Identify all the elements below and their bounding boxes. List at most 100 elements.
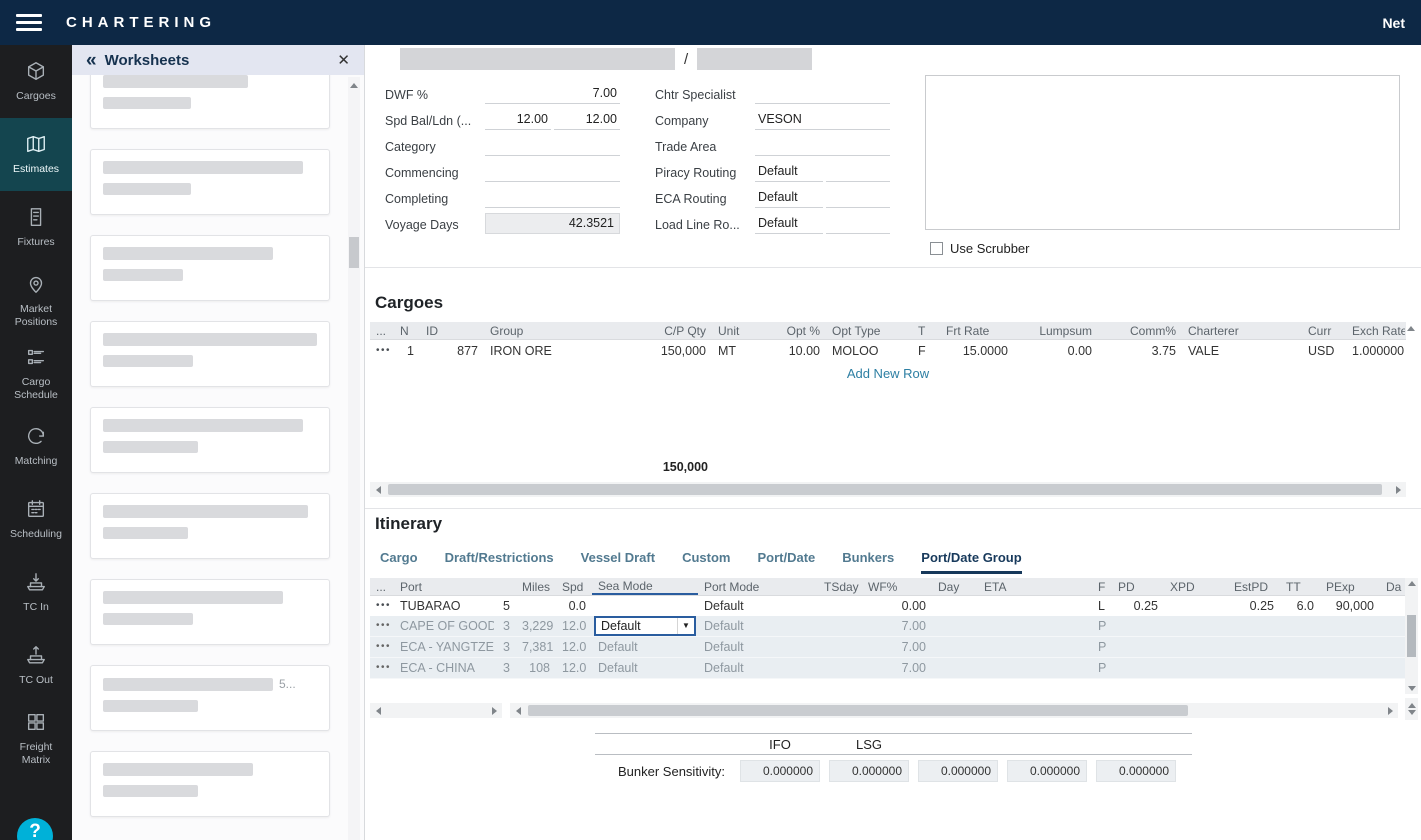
load-line-routing-select[interactable]: Default xyxy=(755,214,823,234)
worksheets-scrollbar[interactable] xyxy=(348,77,360,840)
sidebar-item-estimates[interactable]: Estimates xyxy=(0,118,72,191)
scroll-right-icon[interactable] xyxy=(486,703,502,718)
tab-vessel-draft[interactable]: Vessel Draft xyxy=(581,550,655,574)
scroll-left-icon[interactable] xyxy=(510,703,526,718)
sidebar-item-tc-in[interactable]: TC In xyxy=(0,556,72,629)
company-input[interactable]: VESON xyxy=(755,110,890,130)
cargo-row[interactable]: •••1877IRON ORE150,000MT10.00MOLOOF15.00… xyxy=(370,340,1406,362)
tab-custom[interactable]: Custom xyxy=(682,550,730,574)
cargoes-horizontal-scrollbar[interactable] xyxy=(370,482,1406,497)
close-icon[interactable]: ✕ xyxy=(337,51,350,69)
help-button[interactable]: ? xyxy=(17,818,53,840)
worksheet-card[interactable]: 5... xyxy=(90,665,330,731)
piracy-routing-extra-input[interactable] xyxy=(826,162,890,182)
column-header[interactable]: ... xyxy=(370,322,394,339)
bunker-sensitivity-input[interactable]: 0.000000 xyxy=(829,760,909,782)
column-header[interactable]: Opt % xyxy=(762,322,826,339)
column-header[interactable]: Spd xyxy=(556,578,592,595)
sidebar-item-cargo-schedule[interactable]: Cargo Schedule xyxy=(0,337,72,410)
column-header[interactable]: Charterer xyxy=(1182,322,1302,339)
scroll-left-icon[interactable] xyxy=(370,482,386,497)
tab-cargo[interactable]: Cargo xyxy=(380,550,418,574)
worksheet-card[interactable] xyxy=(90,407,330,473)
column-header[interactable]: F xyxy=(1092,578,1112,595)
scroll-down-icon[interactable] xyxy=(1408,686,1416,691)
row-menu-icon[interactable]: ••• xyxy=(370,596,394,616)
column-header[interactable]: TSday xyxy=(818,578,862,595)
column-header[interactable]: TT xyxy=(1280,578,1320,595)
column-header[interactable]: Opt Type xyxy=(826,322,912,339)
bunker-sensitivity-input[interactable]: 0.000000 xyxy=(1007,760,1087,782)
scroll-up-icon[interactable] xyxy=(1407,326,1415,331)
sidebar-item-fixtures[interactable]: Fixtures xyxy=(0,191,72,264)
sidebar-item-scheduling[interactable]: Scheduling xyxy=(0,483,72,556)
itinerary-left-scrollbar[interactable] xyxy=(370,703,502,718)
worksheet-card[interactable] xyxy=(90,235,330,301)
itinerary-horizontal-scrollbar[interactable] xyxy=(510,703,1398,718)
hamburger-menu-icon[interactable] xyxy=(16,14,42,31)
row-menu-icon[interactable]: ••• xyxy=(370,340,394,362)
tab-bunkers[interactable]: Bunkers xyxy=(842,550,894,574)
column-header[interactable]: ETA xyxy=(978,578,1092,595)
itinerary-row[interactable]: •••ECA - YANGTZE37,38112.0DefaultDefault… xyxy=(370,637,1406,658)
spd-ballast-input[interactable]: 12.00 xyxy=(485,110,551,130)
column-header[interactable]: ... xyxy=(370,578,394,595)
sidebar-item-cargoes[interactable]: Cargoes xyxy=(0,45,72,118)
sidebar-item-tc-out[interactable]: TC Out xyxy=(0,629,72,702)
scroll-up-icon[interactable] xyxy=(1408,581,1416,586)
itinerary-row[interactable]: •••ECA - CHINA310812.0DefaultDefault7.00… xyxy=(370,658,1406,679)
worksheet-card[interactable] xyxy=(90,751,330,817)
column-header[interactable]: T xyxy=(912,322,940,339)
scrollbar-thumb[interactable] xyxy=(349,237,359,268)
column-header[interactable]: ID xyxy=(420,322,484,339)
eca-routing-select[interactable]: Default xyxy=(755,188,823,208)
piracy-routing-select[interactable]: Default xyxy=(755,162,823,182)
add-new-row-link[interactable]: Add New Row xyxy=(370,366,1406,381)
scroll-right-icon[interactable] xyxy=(1390,482,1406,497)
itinerary-row[interactable]: •••TUBARAO50.0Default0.00L0.250.256.090,… xyxy=(370,596,1406,616)
worksheet-card[interactable] xyxy=(90,75,330,129)
load-line-routing-extra-input[interactable] xyxy=(826,214,890,234)
row-menu-icon[interactable]: ••• xyxy=(370,637,394,657)
bunker-sensitivity-input[interactable]: 0.000000 xyxy=(740,760,820,782)
bunker-sensitivity-input[interactable]: 0.000000 xyxy=(1096,760,1176,782)
itinerary-vertical-scrollbar[interactable] xyxy=(1405,578,1418,694)
column-header[interactable]: Da xyxy=(1380,578,1406,595)
topbar-right-link[interactable]: Net xyxy=(1382,15,1405,31)
column-header[interactable]: Curr xyxy=(1302,322,1346,339)
scrollbar-thumb[interactable] xyxy=(1407,615,1416,657)
bunker-sensitivity-input[interactable]: 0.000000 xyxy=(918,760,998,782)
column-header[interactable]: Unit xyxy=(712,322,762,339)
scrollbar-thumb[interactable] xyxy=(388,484,1382,495)
row-menu-icon[interactable]: ••• xyxy=(370,658,394,678)
notes-textarea[interactable] xyxy=(925,75,1400,230)
column-header[interactable]: EstPD xyxy=(1228,578,1280,595)
column-header[interactable]: Comm% xyxy=(1098,322,1182,339)
sea-mode-dropdown[interactable]: Default▼ xyxy=(594,616,696,636)
column-header[interactable]: PD xyxy=(1112,578,1164,595)
worksheet-card[interactable] xyxy=(90,149,330,215)
column-header[interactable]: XPD xyxy=(1164,578,1228,595)
sidebar-item-matching[interactable]: Matching xyxy=(0,410,72,483)
column-header[interactable]: Miles xyxy=(516,578,556,595)
commencing-input[interactable] xyxy=(485,162,620,182)
row-menu-icon[interactable]: ••• xyxy=(370,616,394,636)
column-header[interactable]: Day xyxy=(932,578,978,595)
itinerary-row[interactable]: •••CAPE OF GOOD33,22912.0Default▼Default… xyxy=(370,616,1406,637)
column-header[interactable]: Lumpsum xyxy=(1014,322,1098,339)
column-header[interactable]: C/P Qty xyxy=(634,322,712,339)
worksheet-card[interactable] xyxy=(90,321,330,387)
scrollbar-thumb[interactable] xyxy=(528,705,1188,716)
worksheet-card[interactable] xyxy=(90,579,330,645)
column-header[interactable]: WF% xyxy=(862,578,932,595)
scroll-up-icon[interactable] xyxy=(350,83,358,88)
use-scrubber-checkbox[interactable] xyxy=(930,242,943,255)
spd-laden-input[interactable]: 12.00 xyxy=(554,110,620,130)
column-header[interactable]: Port Mode xyxy=(698,578,818,595)
column-header[interactable]: PExp xyxy=(1320,578,1380,595)
chtr-specialist-input[interactable] xyxy=(755,84,890,104)
scroll-left-icon[interactable] xyxy=(370,703,386,718)
scroll-right-icon[interactable] xyxy=(1382,703,1398,718)
column-header[interactable]: N xyxy=(394,322,420,339)
collapse-panel-icon[interactable]: « xyxy=(86,51,97,70)
